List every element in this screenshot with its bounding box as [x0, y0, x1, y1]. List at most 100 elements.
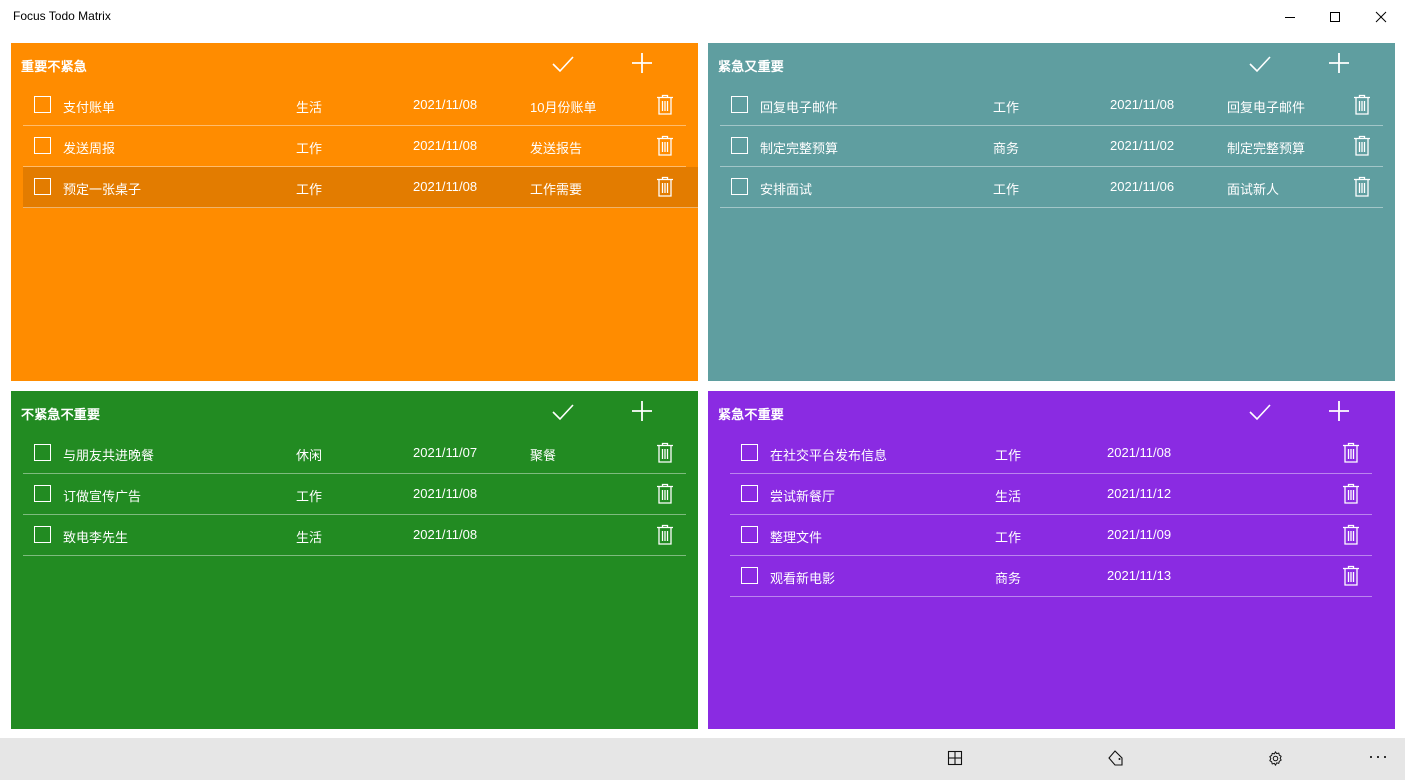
quadrant-urgent-not-important: 紧急不重要 在社交平台发布信息 工作 2021/11/08 尝试新餐厅 生活 2…	[708, 391, 1395, 729]
quadrant-header: 重要不紧急	[11, 43, 698, 85]
more-button[interactable]: ···	[1368, 746, 1389, 767]
task-date: 2021/11/13	[1107, 568, 1172, 583]
task-checkbox[interactable]	[741, 444, 758, 461]
task-category: 商务	[993, 141, 1020, 156]
quadrant-title: 不紧急不重要	[21, 407, 101, 422]
delete-icon[interactable]	[1342, 565, 1360, 587]
task-row[interactable]: 在社交平台发布信息 工作 2021/11/08	[730, 433, 1372, 474]
task-category: 休闲	[296, 448, 323, 463]
task-date: 2021/11/09	[1107, 527, 1172, 542]
delete-icon[interactable]	[1353, 94, 1371, 116]
task-note: 制定完整预算	[1227, 141, 1306, 156]
delete-icon[interactable]	[1342, 483, 1360, 505]
task-checkbox[interactable]	[741, 485, 758, 502]
task-checkbox[interactable]	[731, 96, 748, 113]
delete-icon[interactable]	[1342, 442, 1360, 464]
task-row[interactable]: 观看新电影 商务 2021/11/13	[730, 556, 1372, 597]
task-category: 工作	[993, 100, 1020, 115]
delete-icon[interactable]	[656, 176, 674, 198]
task-category: 工作	[296, 182, 323, 197]
task-row[interactable]: 预定一张桌子 工作 2021/11/08 工作需要	[23, 167, 698, 208]
app-title: Focus Todo Matrix	[13, 9, 111, 23]
task-row[interactable]: 与朋友共进晚餐 休闲 2021/11/07 聚餐	[23, 433, 686, 474]
task-category: 工作	[995, 530, 1022, 545]
task-note: 回复电子邮件	[1227, 100, 1306, 115]
task-date: 2021/11/08	[1107, 445, 1172, 460]
add-task-icon[interactable]	[1327, 399, 1351, 423]
delete-icon[interactable]	[656, 524, 674, 546]
tags-button[interactable]	[1105, 747, 1127, 769]
task-checkbox[interactable]	[34, 444, 51, 461]
task-category: 生活	[995, 489, 1022, 504]
task-date: 2021/11/08	[413, 486, 478, 501]
task-checkbox[interactable]	[34, 137, 51, 154]
add-task-icon[interactable]	[630, 51, 654, 75]
task-row[interactable]: 整理文件 工作 2021/11/09	[730, 515, 1372, 556]
task-name: 预定一张桌子	[63, 182, 142, 197]
task-row[interactable]: 发送周报 工作 2021/11/08 发送报告	[23, 126, 686, 167]
task-name: 制定完整预算	[760, 141, 839, 156]
task-category: 商务	[995, 571, 1022, 586]
task-checkbox[interactable]	[34, 178, 51, 195]
task-note: 工作需要	[530, 182, 583, 197]
task-row[interactable]: 支付账单 生活 2021/11/08 10月份账单	[23, 85, 686, 126]
settings-icon	[1268, 750, 1282, 766]
task-checkbox[interactable]	[34, 485, 51, 502]
complete-all-icon[interactable]	[1248, 52, 1272, 76]
title-bar: Focus Todo Matrix	[0, 0, 1405, 34]
task-checkbox[interactable]	[741, 526, 758, 543]
task-note: 聚餐	[530, 448, 557, 463]
delete-icon[interactable]	[1353, 135, 1371, 157]
grid-icon	[947, 750, 963, 766]
task-row[interactable]: 订做宣传广告 工作 2021/11/08	[23, 474, 686, 515]
complete-all-icon[interactable]	[551, 400, 575, 424]
delete-icon[interactable]	[1342, 524, 1360, 546]
quadrant-urgent-and-important: 紧急又重要 回复电子邮件 工作 2021/11/08 回复电子邮件 制定完整预算…	[708, 43, 1395, 381]
task-category: 工作	[296, 489, 323, 504]
delete-icon[interactable]	[656, 442, 674, 464]
close-icon	[1375, 11, 1387, 23]
quadrant-header: 紧急不重要	[708, 391, 1395, 433]
quadrant-title: 紧急又重要	[718, 59, 785, 74]
task-row[interactable]: 安排面试 工作 2021/11/06 面试新人	[720, 167, 1383, 208]
delete-icon[interactable]	[1353, 176, 1371, 198]
task-checkbox[interactable]	[34, 526, 51, 543]
task-name: 与朋友共进晚餐	[63, 448, 155, 463]
quadrant-title: 重要不紧急	[21, 59, 88, 74]
command-bar: ···	[0, 738, 1405, 780]
delete-icon[interactable]	[656, 94, 674, 116]
complete-all-icon[interactable]	[551, 52, 575, 76]
task-name: 观看新电影	[770, 571, 836, 586]
task-row[interactable]: 回复电子邮件 工作 2021/11/08 回复电子邮件	[720, 85, 1383, 126]
task-name: 在社交平台发布信息	[770, 448, 888, 463]
task-note: 面试新人	[1227, 182, 1280, 197]
task-name: 致电李先生	[63, 530, 129, 545]
close-button[interactable]	[1358, 0, 1404, 34]
task-row[interactable]: 致电李先生 生活 2021/11/08	[23, 515, 686, 556]
task-checkbox[interactable]	[34, 96, 51, 113]
complete-all-icon[interactable]	[1248, 400, 1272, 424]
task-checkbox[interactable]	[731, 137, 748, 154]
quadrant-header: 紧急又重要	[708, 43, 1395, 85]
maximize-button[interactable]	[1312, 0, 1358, 34]
delete-icon[interactable]	[656, 135, 674, 157]
task-checkbox[interactable]	[731, 178, 748, 195]
task-row[interactable]: 制定完整预算 商务 2021/11/02 制定完整预算	[720, 126, 1383, 167]
task-category: 工作	[995, 448, 1022, 463]
minimize-button[interactable]	[1267, 0, 1313, 34]
task-row[interactable]: 尝试新餐厅 生活 2021/11/12	[730, 474, 1372, 515]
task-category: 工作	[296, 141, 323, 156]
quadrant-title: 紧急不重要	[718, 407, 785, 422]
add-task-icon[interactable]	[630, 399, 654, 423]
task-category: 工作	[993, 182, 1020, 197]
add-task-icon[interactable]	[1327, 51, 1351, 75]
task-list: 回复电子邮件 工作 2021/11/08 回复电子邮件 制定完整预算 商务 20…	[720, 85, 1383, 208]
task-date: 2021/11/08	[413, 138, 478, 153]
task-date: 2021/11/06	[1110, 179, 1175, 194]
task-name: 尝试新餐厅	[770, 489, 836, 504]
task-date: 2021/11/08	[413, 179, 478, 194]
task-checkbox[interactable]	[741, 567, 758, 584]
settings-button[interactable]	[1264, 747, 1286, 769]
delete-icon[interactable]	[656, 483, 674, 505]
grid-view-button[interactable]	[944, 747, 966, 769]
